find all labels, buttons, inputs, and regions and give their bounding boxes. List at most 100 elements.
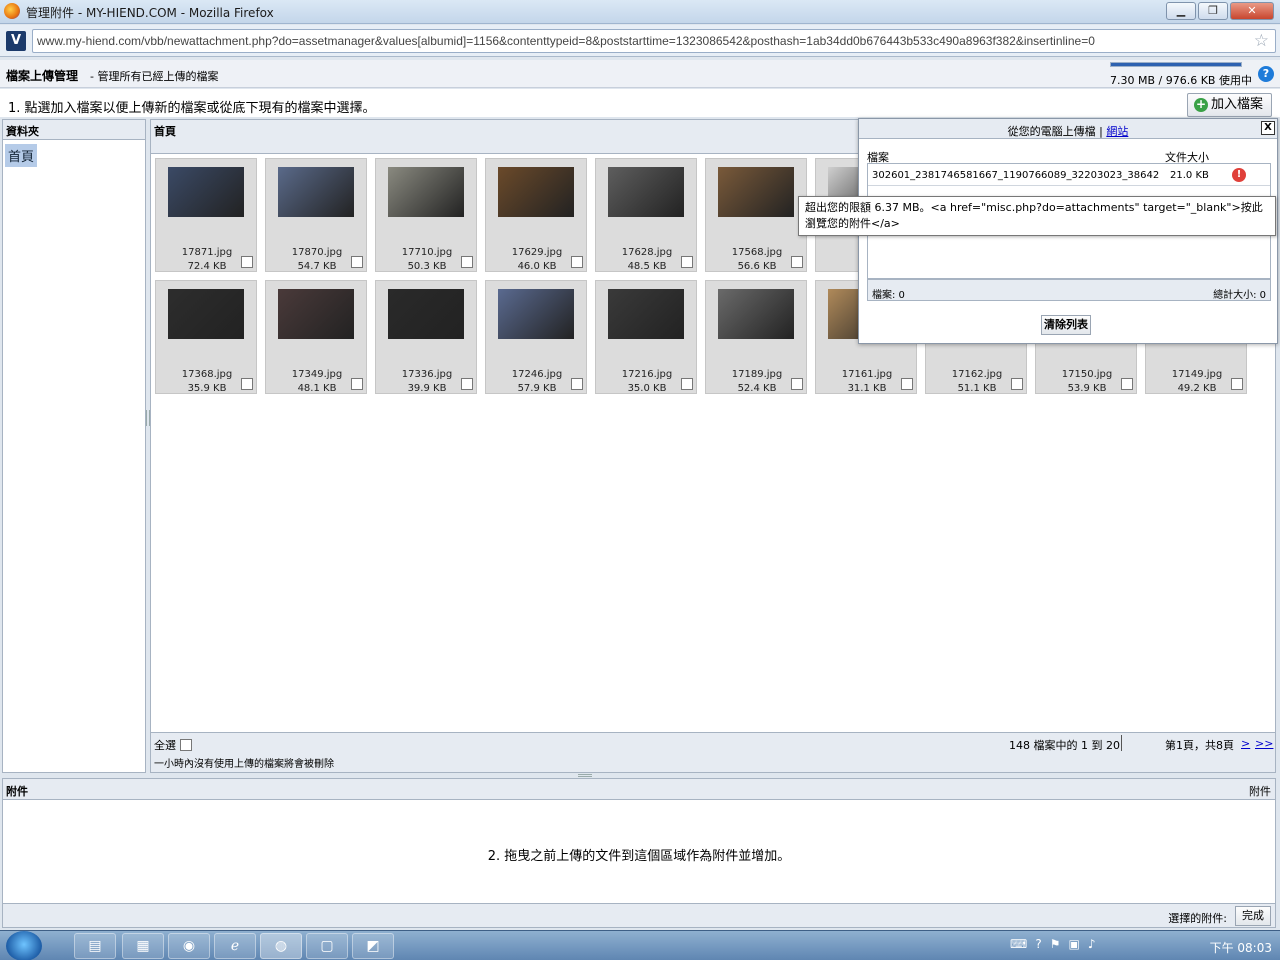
window-titlebar: 管理附件 - MY-HIEND.COM - Mozilla Firefox ▁ … bbox=[0, 0, 1280, 24]
clock[interactable]: 下午 08:03 bbox=[1210, 939, 1272, 956]
thumbnail-checkbox[interactable] bbox=[1231, 378, 1243, 390]
file-thumbnail[interactable]: 17336.jpg 39.9 KB bbox=[375, 280, 477, 394]
attachments-panel: 附件 附件 2. 拖曳之前上傳的文件到這個區域作為附件並增加。 選擇的附件: 完… bbox=[2, 778, 1276, 928]
thumbnail-checkbox[interactable] bbox=[791, 378, 803, 390]
upload-from-computer-tab[interactable]: 從您的電腦上傳檔 bbox=[1008, 125, 1096, 138]
selected-attachments-label: 選擇的附件: bbox=[1168, 912, 1227, 925]
file-panel-footer: 全選 一小時內沒有使用上傳的檔案將會被刪除 148 檔案中的 1 到 20 第1… bbox=[151, 732, 1275, 772]
file-thumbnail[interactable]: 17189.jpg 52.4 KB bbox=[705, 280, 807, 394]
upload-from-website-link[interactable]: 網站 bbox=[1106, 125, 1128, 138]
file-thumbnail[interactable]: 17628.jpg 48.5 KB bbox=[595, 158, 697, 272]
thumbnail-image bbox=[388, 289, 464, 339]
thumbnail-checkbox[interactable] bbox=[1121, 378, 1133, 390]
drop-zone-message[interactable]: 2. 拖曳之前上傳的文件到這個區域作為附件並增加。 bbox=[3, 845, 1275, 864]
thumbnail-checkbox[interactable] bbox=[1011, 378, 1023, 390]
thumbnail-checkbox[interactable] bbox=[461, 256, 473, 268]
keyboard-icon[interactable]: ⌨ bbox=[1010, 937, 1027, 951]
attachments-title-right: 附件 bbox=[1249, 785, 1271, 798]
select-all-checkbox[interactable] bbox=[180, 739, 192, 751]
last-page-link[interactable]: >> bbox=[1255, 737, 1273, 750]
thumbnail-checkbox[interactable] bbox=[571, 256, 583, 268]
upload-file-name: 302601_2381746581667_1190766089_32203023… bbox=[872, 170, 1160, 181]
file-thumbnail[interactable]: 17216.jpg 35.0 KB bbox=[595, 280, 697, 394]
paint-icon[interactable]: ◩ bbox=[352, 933, 394, 959]
file-thumbnail[interactable]: 17871.jpg 72.4 KB bbox=[155, 158, 257, 272]
folder-header: 資料夾 bbox=[3, 120, 145, 140]
folder-panel: 資料夾 首頁 bbox=[2, 119, 146, 773]
folder-item-home[interactable]: 首頁 bbox=[5, 144, 38, 167]
flag-icon[interactable]: ⚑ bbox=[1050, 937, 1061, 951]
network-icon[interactable]: ▣ bbox=[1068, 937, 1079, 951]
manager-header: 檔案上傳管理 - 管理所有已經上傳的檔案 7.30 MB / 976.6 KB … bbox=[0, 60, 1280, 88]
thumbnail-checkbox[interactable] bbox=[351, 256, 363, 268]
url-field[interactable]: www.my-hiend.com/vbb/newattachment.php?d… bbox=[32, 29, 1276, 53]
upload-file-size: 21.0 KB bbox=[1170, 170, 1209, 181]
help-tray-icon[interactable]: ? bbox=[1035, 937, 1041, 951]
file-thumbnail[interactable]: 17568.jpg 56.6 KB bbox=[705, 158, 807, 272]
footer-divider bbox=[1121, 735, 1122, 751]
thumbnail-image bbox=[498, 289, 574, 339]
thumbnail-image bbox=[278, 289, 354, 339]
file-thumbnail[interactable]: 17710.jpg 50.3 KB bbox=[375, 158, 477, 272]
file-range: 148 檔案中的 1 到 20 bbox=[1009, 739, 1120, 752]
close-window-button[interactable]: ✕ bbox=[1230, 2, 1274, 20]
file-thumbnail[interactable]: 17368.jpg 35.9 KB bbox=[155, 280, 257, 394]
firefox-icon bbox=[4, 3, 20, 19]
file-thumbnail[interactable]: 17629.jpg 46.0 KB bbox=[485, 158, 587, 272]
thumbnail-image bbox=[168, 289, 244, 339]
start-button[interactable] bbox=[6, 931, 42, 960]
maximize-button[interactable]: ❐ bbox=[1198, 2, 1228, 20]
thumbnail-image bbox=[388, 167, 464, 217]
add-files-button[interactable]: + 加入檔案 bbox=[1186, 93, 1272, 117]
upload-row[interactable]: 302601_2381746581667_1190766089_32203023… bbox=[868, 164, 1270, 186]
thumbnail-checkbox[interactable] bbox=[351, 378, 363, 390]
upload-total-size: 總計大小: 0 bbox=[1213, 290, 1266, 301]
outlook-icon[interactable]: ◉ bbox=[168, 933, 210, 959]
bookmark-star-icon[interactable]: ☆ bbox=[1254, 31, 1269, 51]
thumbnail-image bbox=[718, 289, 794, 339]
url-text: www.my-hiend.com/vbb/newattachment.php?d… bbox=[37, 34, 1095, 48]
file-thumbnail[interactable]: 17246.jpg 57.9 KB bbox=[485, 280, 587, 394]
thumbnail-image bbox=[278, 167, 354, 217]
page-title: 檔案上傳管理 bbox=[6, 69, 79, 83]
thumbnail-image bbox=[498, 167, 574, 217]
thumbnail-checkbox[interactable] bbox=[461, 378, 473, 390]
thumbnail-image bbox=[168, 167, 244, 217]
volume-icon[interactable]: ♪ bbox=[1088, 937, 1096, 951]
taskbar: ▤ ▦ ◉ ℯ ◍ ▢ ◩ ⌨ ? ⚑ ▣ ♪ 下午 08:03 bbox=[0, 930, 1280, 960]
select-all-label: 全選 bbox=[154, 739, 176, 752]
thumbnail-checkbox[interactable] bbox=[791, 256, 803, 268]
attachments-header: 附件 附件 bbox=[3, 779, 1275, 800]
done-button[interactable]: 完成 bbox=[1235, 906, 1271, 926]
tab-separator: | bbox=[1095, 125, 1107, 138]
system-tray: ⌨ ? ⚑ ▣ ♪ bbox=[1010, 937, 1095, 951]
thumbnail-checkbox[interactable] bbox=[681, 378, 693, 390]
upload-count: 檔案: 0 bbox=[872, 290, 905, 301]
firefox-taskbar-icon[interactable]: ◍ bbox=[260, 933, 302, 959]
thumbnail-checkbox[interactable] bbox=[241, 256, 253, 268]
page-subtitle: - 管理所有已經上傳的檔案 bbox=[90, 70, 219, 83]
thumbnail-checkbox[interactable] bbox=[571, 378, 583, 390]
file-thumbnail[interactable]: 17349.jpg 48.1 KB bbox=[265, 280, 367, 394]
clear-list-button[interactable]: 清除列表 bbox=[1041, 315, 1091, 335]
horizontal-splitter[interactable] bbox=[578, 774, 592, 777]
ie-icon[interactable]: ℯ bbox=[214, 933, 256, 959]
notepad-icon[interactable]: ▢ bbox=[306, 933, 348, 959]
thumbnail-checkbox[interactable] bbox=[901, 378, 913, 390]
thumbnail-checkbox[interactable] bbox=[681, 256, 693, 268]
window-title: 管理附件 - MY-HIEND.COM - Mozilla Firefox bbox=[26, 6, 274, 20]
thumbnail-image bbox=[718, 167, 794, 217]
attachments-title: 附件 bbox=[6, 785, 28, 798]
quota-text: 7.30 MB / 976.6 KB 使用中 bbox=[1110, 74, 1252, 87]
file-thumbnail[interactable]: 17870.jpg 54.7 KB bbox=[265, 158, 367, 272]
next-page-link[interactable]: > bbox=[1241, 737, 1250, 750]
upload-summary: 檔案: 0 總計大小: 0 bbox=[867, 279, 1271, 301]
upload-dialog-header: 從您的電腦上傳檔 | 網站 bbox=[859, 119, 1277, 139]
minimize-button[interactable]: ▁ bbox=[1166, 2, 1196, 20]
site-icon: V bbox=[6, 31, 26, 51]
calculator-icon[interactable]: ▦ bbox=[122, 933, 164, 959]
explorer-icon[interactable]: ▤ bbox=[74, 933, 116, 959]
help-icon[interactable]: ? bbox=[1258, 66, 1274, 82]
close-icon[interactable]: X bbox=[1261, 121, 1275, 135]
thumbnail-checkbox[interactable] bbox=[241, 378, 253, 390]
